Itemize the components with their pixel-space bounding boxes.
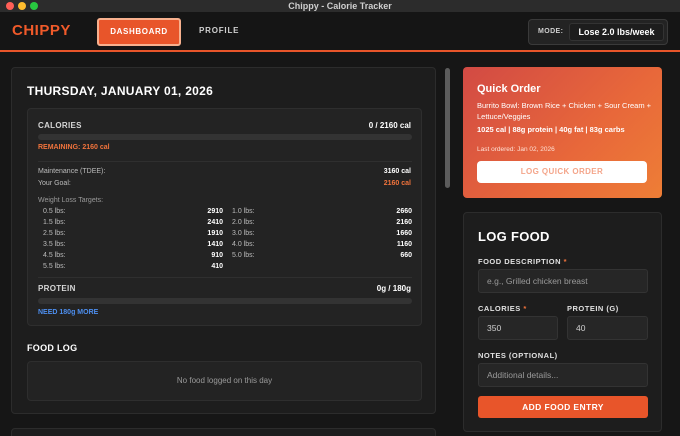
wl-label: 2.0 lbs:: [232, 219, 255, 226]
protein-input[interactable]: [567, 316, 648, 340]
page-title: THURSDAY, JANUARY 01, 2026: [27, 84, 214, 98]
food-description-input[interactable]: [478, 269, 648, 293]
wl-label: 0.5 lbs:: [43, 208, 66, 215]
add-food-entry-button[interactable]: ADD FOOD ENTRY: [478, 396, 648, 418]
quick-order-title: Quick Order: [477, 83, 541, 95]
wl-value: 660: [400, 252, 412, 259]
quick-order-macros: 1025 cal | 88g protein | 40g fat | 83g c…: [477, 125, 625, 134]
quick-order-description: Burrito Bowl: Brown Rice + Chicken + Sou…: [477, 101, 652, 121]
window-titlebar: Chippy - Calorie Tracker: [0, 0, 680, 12]
nav-profile-tab[interactable]: PROFILE: [199, 26, 239, 35]
food-log-empty-state: No food logged on this day: [27, 361, 422, 401]
protein-field-label: PROTEIN (G): [567, 304, 619, 313]
mode-selector: MODE: Lose 2.0 lbs/week: [528, 19, 668, 45]
wl-value: 1410: [207, 241, 223, 248]
wl-label: 3.0 lbs:: [232, 230, 255, 237]
divider: [38, 161, 412, 162]
maintenance-value: 3160 cal: [383, 168, 411, 175]
nutrition-stats-card: CALORIES 0 / 2160 cal REMAINING: 2160 ca…: [27, 108, 422, 326]
protein-value: 0g / 180g: [376, 284, 411, 293]
goal-label: Your Goal:: [38, 180, 71, 187]
notes-label: NOTES (OPTIONAL): [478, 351, 558, 360]
nav-dashboard-tab[interactable]: DASHBOARD: [97, 18, 181, 46]
quick-order-card: Quick Order Burrito Bowl: Brown Rice + C…: [463, 67, 662, 198]
dashboard-panel: THURSDAY, JANUARY 01, 2026 CALORIES 0 / …: [11, 67, 436, 414]
calories-remaining: REMAINING: 2160 cal: [38, 144, 110, 151]
calories-input[interactable]: [478, 316, 558, 340]
log-food-title: LOG FOOD: [478, 229, 550, 244]
wl-label: 2.5 lbs:: [43, 230, 66, 237]
bottom-panel: [11, 428, 436, 436]
wl-label: 4.5 lbs:: [43, 252, 66, 259]
wl-value: 2160: [396, 219, 412, 226]
scrollbar[interactable]: [445, 68, 450, 188]
wl-value: 1910: [207, 230, 223, 237]
wl-label: 1.0 lbs:: [232, 208, 255, 215]
calories-value: 0 / 2160 cal: [368, 121, 411, 130]
app-logo[interactable]: CHIPPY: [12, 22, 71, 39]
wl-label: 3.5 lbs:: [43, 241, 66, 248]
food-description-label: FOOD DESCRIPTION *: [478, 257, 568, 266]
protein-label: PROTEIN: [38, 284, 76, 293]
wl-value: 410: [211, 263, 223, 270]
app-header: CHIPPY DASHBOARD PROFILE MODE: Lose 2.0 …: [0, 12, 680, 52]
food-log-title: FOOD LOG: [27, 343, 78, 353]
wl-value: 1660: [396, 230, 412, 237]
wl-value: 2410: [207, 219, 223, 226]
required-marker: *: [563, 257, 568, 266]
wl-value: 2660: [396, 208, 412, 215]
calories-label: CALORIES: [38, 121, 82, 130]
log-quick-order-button[interactable]: LOG QUICK ORDER: [477, 161, 647, 183]
wl-value: 1160: [396, 241, 412, 248]
quick-order-last-ordered: Last ordered: Jan 02, 2026: [477, 146, 555, 153]
weight-loss-title: Weight Loss Targets:: [38, 197, 104, 204]
wl-label: 4.0 lbs:: [232, 241, 255, 248]
notes-input[interactable]: [478, 363, 648, 387]
mode-label: MODE:: [538, 28, 564, 35]
wl-value: 910: [211, 252, 223, 259]
maintenance-label: Maintenance (TDEE):: [38, 168, 106, 175]
calories-field-label: CALORIES *: [478, 304, 527, 313]
required-marker: *: [523, 304, 527, 313]
protein-progress-bar: [38, 298, 412, 304]
wl-label: 1.5 lbs:: [43, 219, 66, 226]
window-title: Chippy - Calorie Tracker: [288, 1, 392, 11]
wl-label: 5.0 lbs:: [232, 252, 255, 259]
wl-value: 2910: [207, 208, 223, 215]
divider: [38, 277, 412, 278]
calories-progress-bar: [38, 134, 412, 140]
log-food-panel: LOG FOOD FOOD DESCRIPTION * CALORIES * P…: [463, 212, 662, 432]
mode-dropdown[interactable]: Lose 2.0 lbs/week: [569, 23, 664, 41]
protein-needed: NEED 180g MORE: [38, 309, 99, 316]
wl-label: 5.5 lbs:: [43, 263, 66, 270]
goal-value: 2160 cal: [383, 180, 411, 187]
